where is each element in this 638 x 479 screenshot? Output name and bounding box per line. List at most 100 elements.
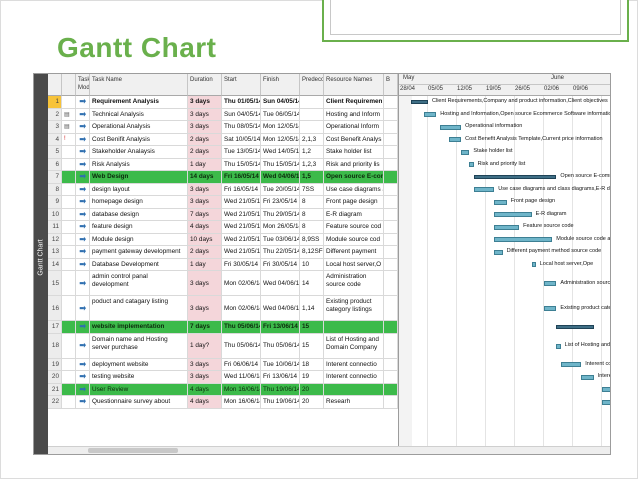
task-mode-cell[interactable] (76, 296, 90, 320)
duration-cell[interactable]: 3 days (188, 271, 222, 295)
task-bar[interactable] (544, 281, 557, 286)
finish-cell[interactable]: Fri 23/05/14 (261, 196, 300, 208)
task-mode-cell[interactable] (76, 146, 90, 158)
add-column-cell[interactable] (384, 196, 398, 208)
row-id[interactable]: 18 (48, 333, 62, 358)
task-row[interactable]: 20 testing website 3 days Wed 11/06/14 Fri 1… (48, 371, 398, 384)
finish-cell[interactable]: Wed 04/06/14 (261, 171, 300, 183)
task-name-cell[interactable]: Cost Benifit Analysis (90, 133, 188, 145)
start-cell[interactable]: Thu 05/06/14 (222, 333, 261, 358)
row-id[interactable]: 16 (48, 296, 62, 320)
task-mode-cell[interactable] (76, 271, 90, 295)
row-id[interactable]: 13 (48, 246, 62, 258)
task-bar[interactable] (494, 224, 520, 230)
predecessors-column-header[interactable]: Predeco (300, 74, 324, 96)
resource-names-cell[interactable]: Use case diagrams a (324, 183, 384, 195)
finish-cell[interactable]: Fri 13/06/14 (261, 321, 300, 333)
task-name-cell[interactable]: admin control panal development (90, 271, 188, 295)
task-bar[interactable] (556, 343, 561, 349)
task-mode-cell[interactable] (76, 96, 90, 108)
summary-bar[interactable] (473, 174, 557, 179)
row-id[interactable]: 1 (48, 96, 62, 108)
start-cell[interactable]: Sun 04/05/14 (222, 108, 261, 120)
start-cell[interactable]: Fri 06/06/14 (222, 358, 261, 370)
duration-cell[interactable]: 14 days (188, 171, 222, 183)
duration-column-header[interactable]: Duration (188, 74, 222, 96)
warning-icon[interactable]: ! (64, 136, 66, 142)
horizontal-scroll-thumb[interactable] (88, 448, 178, 453)
resource-names-cell[interactable]: Feature source cod (324, 221, 384, 233)
resource-names-cell[interactable]: Front page design (324, 196, 384, 208)
task-bar[interactable] (560, 362, 582, 368)
duration-cell[interactable]: 1 day (188, 258, 222, 270)
task-name-cell[interactable]: Questionnaire survey about (90, 396, 188, 408)
task-mode-cell[interactable] (76, 383, 90, 395)
row-id[interactable]: 15 (48, 271, 62, 295)
task-row[interactable]: 3 ▤ Operational Analysis 3 days Thu 08/05/14… (48, 121, 398, 134)
resource-names-cell[interactable]: Interent connectio (324, 371, 384, 383)
resource-names-cell[interactable]: Local host server,O (324, 258, 384, 270)
row-id[interactable]: 8 (48, 183, 62, 195)
resource-names-cell[interactable] (324, 383, 384, 395)
start-cell[interactable]: Mon 02/06/14 (222, 296, 261, 320)
row-id[interactable]: 14 (48, 258, 62, 270)
start-cell[interactable]: Fri 16/05/14 (222, 171, 261, 183)
row-id[interactable]: 6 (48, 158, 62, 170)
duration-cell[interactable]: 4 days (188, 383, 222, 395)
add-column-cell[interactable] (384, 108, 398, 120)
predecessors-cell[interactable]: 10 (300, 258, 324, 270)
start-cell[interactable]: Fri 16/05/14 (222, 183, 261, 195)
resource-names-cell[interactable]: Client Requiremen (324, 96, 384, 108)
start-cell[interactable]: Wed 21/05/14 (222, 196, 261, 208)
resource-names-cell[interactable]: Operational Inform (324, 121, 384, 133)
finish-cell[interactable]: Sun 04/05/14 (261, 96, 300, 108)
duration-cell[interactable]: 1 day (188, 158, 222, 170)
finish-cell[interactable]: Thu 19/06/14 (261, 396, 300, 408)
task-name-cell[interactable]: feature design (90, 221, 188, 233)
duration-cell[interactable]: 7 days (188, 208, 222, 220)
row-id[interactable]: 5 (48, 146, 62, 158)
predecessors-cell[interactable]: 8 (300, 196, 324, 208)
resource-names-cell[interactable]: Cost Benefit Analys (324, 133, 384, 145)
add-column-cell[interactable] (384, 96, 398, 108)
duration-cell[interactable]: 3 days (188, 358, 222, 370)
task-row[interactable]: 16 poduct and catagary listing 3 days Mon 0… (48, 296, 398, 321)
row-id[interactable]: 9 (48, 196, 62, 208)
row-id[interactable]: 4 (48, 133, 62, 145)
add-column-cell[interactable] (384, 371, 398, 383)
task-row[interactable]: 2 ▤ Technical Analysis 3 days Sun 04/05/14 Tu… (48, 108, 398, 121)
start-cell[interactable]: Thu 15/05/14 (222, 158, 261, 170)
horizontal-scrollbar[interactable] (48, 446, 610, 454)
predecessors-cell[interactable]: 8 (300, 208, 324, 220)
start-cell[interactable]: Mon 02/06/14 (222, 271, 261, 295)
finish-column-header[interactable]: Finish (261, 74, 300, 96)
task-row[interactable]: 10 database design 7 days Wed 21/05/14 Thu 2… (48, 208, 398, 221)
task-mode-cell[interactable] (76, 196, 90, 208)
duration-cell[interactable]: 3 days (188, 296, 222, 320)
row-id[interactable]: 11 (48, 221, 62, 233)
predecessors-cell[interactable]: 1,5 (300, 171, 324, 183)
add-column-cell[interactable] (384, 146, 398, 158)
task-row[interactable]: 1 Requirement Analysis 3 days Thu 01/05/14 S… (48, 96, 398, 109)
task-mode-cell[interactable] (76, 246, 90, 258)
task-name-cell[interactable]: payment gateway development (90, 246, 188, 258)
finish-cell[interactable]: Thu 29/05/14 (261, 208, 300, 220)
task-name-cell[interactable]: website implementation (90, 321, 188, 333)
resource-names-cell[interactable]: E-R diagram (324, 208, 384, 220)
task-bar[interactable] (544, 306, 557, 311)
start-cell[interactable]: Wed 11/06/14 (222, 371, 261, 383)
task-name-cell[interactable]: testing website (90, 371, 188, 383)
task-mode-cell[interactable] (76, 171, 90, 183)
task-mode-cell[interactable] (76, 396, 90, 408)
task-mode-cell[interactable] (76, 133, 90, 145)
task-bar[interactable] (494, 199, 507, 205)
row-id[interactable]: 10 (48, 208, 62, 220)
finish-cell[interactable]: Mon 26/05/14 (261, 221, 300, 233)
duration-cell[interactable]: 7 days (188, 321, 222, 333)
task-row[interactable]: 21 User Review 4 days Mon 16/06/14 Thu 19/06… (48, 383, 398, 396)
duration-cell[interactable]: 2 days (188, 246, 222, 258)
predecessors-cell[interactable]: 1,2,3 (300, 158, 324, 170)
predecessors-cell[interactable]: 15 (300, 321, 324, 333)
task-bar[interactable] (581, 374, 594, 380)
predecessors-cell[interactable]: 2,1,3 (300, 133, 324, 145)
